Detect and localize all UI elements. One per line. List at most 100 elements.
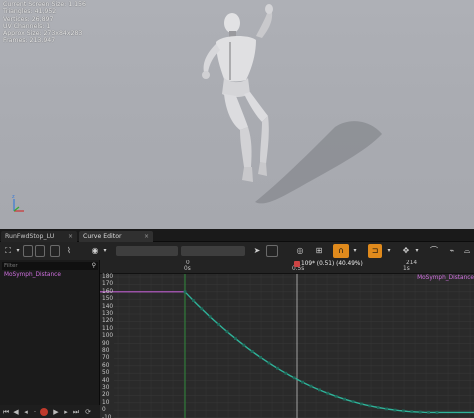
eye-icon[interactable]: ◉: [88, 245, 102, 257]
flatten-icon[interactable]: ⌒: [428, 245, 440, 257]
curve-key: [334, 394, 338, 398]
y-tick-label: 140: [102, 303, 114, 310]
value-input[interactable]: [181, 246, 245, 256]
y-tick-label: 30: [102, 385, 110, 391]
curve-key: [242, 343, 246, 347]
y-tick-label: 20: [102, 392, 110, 399]
record-icon-left[interactable]: ·: [31, 408, 39, 416]
step-back-icon[interactable]: ◀: [12, 408, 20, 416]
curve-key: [183, 290, 187, 294]
curve-key: [309, 384, 313, 388]
y-tick-label: 110: [102, 325, 114, 332]
curve-key: [410, 410, 414, 414]
time-input[interactable]: [116, 246, 178, 256]
y-tick-label: 50: [102, 370, 110, 377]
axis-gizmo-icon: z: [12, 194, 24, 212]
close-icon[interactable]: ×: [68, 231, 73, 242]
play-icon[interactable]: ▶: [52, 408, 60, 416]
curve-key: [393, 408, 397, 412]
frame-all-icon[interactable]: [35, 245, 45, 257]
mannequin-character[interactable]: [160, 2, 390, 212]
loop-icon[interactable]: ⟳: [84, 408, 92, 416]
y-tick-label: 180: [102, 274, 114, 280]
chevron-down-icon[interactable]: ▾: [102, 245, 108, 257]
viewport-stats: Current Screen Size: 1.156 Triangles: 41…: [3, 1, 86, 45]
chevron-down-icon[interactable]: ▾: [386, 245, 392, 257]
y-tick-label: 100: [102, 333, 114, 340]
magnet-icon[interactable]: ∩: [333, 244, 349, 258]
tab-curve-editor[interactable]: Curve Editor ×: [79, 231, 153, 242]
zoom-fit-icon[interactable]: ⛶: [3, 245, 13, 257]
y-tick-label: 0: [102, 407, 106, 414]
curve-key: [225, 330, 229, 334]
record-icon[interactable]: [40, 408, 48, 416]
auto-tangent-icon[interactable]: ⌁: [446, 245, 458, 257]
filter-input[interactable]: Filter ⚲: [2, 262, 98, 270]
curve-key: [360, 402, 363, 406]
svg-text:z: z: [12, 194, 15, 200]
search-icon[interactable]: ⚲: [92, 262, 96, 270]
curve-key: [351, 400, 355, 404]
y-tick-label: -10: [102, 414, 112, 418]
y-tick-label: 10: [102, 399, 110, 406]
playhead-handle[interactable]: [294, 261, 300, 267]
curve-graph-canvas[interactable]: [100, 260, 474, 418]
move-icon[interactable]: ✥: [400, 245, 412, 257]
step-forward-icon[interactable]: ▸: [62, 408, 70, 416]
curve-key: [326, 391, 330, 395]
curve-key: [343, 397, 346, 401]
frame-selection-icon[interactable]: [23, 245, 33, 257]
y-tick-label: 120: [102, 318, 114, 325]
play-reverse-icon[interactable]: ◂: [22, 408, 30, 416]
curve-key: [292, 376, 296, 380]
curve-name: MoSymph_Distance: [4, 272, 61, 278]
time-ruler[interactable]: 0 214 0s 0.5s 1s 109* (0.51) (40.49%): [100, 260, 474, 274]
close-icon[interactable]: ×: [144, 231, 149, 242]
animation-editor: Current Screen Size: 1.156 Triangles: 41…: [0, 0, 474, 418]
curve-graph[interactable]: 0 214 0s 0.5s 1s 109* (0.51) (40.49%) Mo…: [100, 260, 474, 418]
skip-start-icon[interactable]: ⏮: [2, 408, 10, 416]
curve-view-icon[interactable]: ⌇: [63, 245, 75, 257]
editor-tab-bar: RunFwdStop_LU × Curve Editor ×: [0, 229, 474, 242]
ruler-label: 1s: [403, 266, 410, 272]
y-tick-label: 70: [102, 355, 110, 362]
curve-key: [435, 411, 439, 414]
curve-editor-toolbar: ⛶ ▾ ⌇ ◉ ▾ ➤ ◎ ⊞ ∩ ▾ ⊐ ▾ ✥ ▾ ⌒ ⌁ ⌓: [0, 242, 474, 260]
curve-list-item[interactable]: MoSymph_Distance: [0, 271, 100, 279]
curve-key: [200, 307, 204, 311]
curve-key: [318, 388, 321, 392]
normalize-icon[interactable]: ⊞: [313, 245, 325, 257]
curve-key: [217, 322, 220, 326]
curve-key: [402, 409, 405, 413]
curve-list-panel: Filter ⚲ MoSymph_Distance ⏮ ◀ ◂ · ▶ ▸ ⏭ …: [0, 260, 100, 418]
curve-key: [284, 371, 288, 375]
weighted-tangent-icon[interactable]: ⌓: [462, 245, 472, 257]
chevron-down-icon[interactable]: ▾: [414, 245, 420, 257]
tangent-icon[interactable]: ◎: [294, 245, 306, 257]
tab-animation[interactable]: RunFwdStop_LU ×: [1, 231, 77, 242]
retime-icon[interactable]: [266, 245, 278, 257]
snap-value-icon[interactable]: ⊐: [368, 244, 382, 258]
y-tick-label: 170: [102, 281, 114, 288]
stat-line: Vertices: 26,897: [3, 15, 54, 23]
chevron-down-icon[interactable]: ▾: [15, 245, 21, 257]
viewport[interactable]: Current Screen Size: 1.156 Triangles: 41…: [0, 0, 474, 229]
frame-readout: 109* (0.51) (40.49%): [301, 261, 363, 267]
playback-controls: ⏮ ◀ ◂ · ▶ ▸ ⏭ ⟳: [0, 405, 100, 418]
snap-icon[interactable]: [50, 245, 60, 257]
curve-key: [418, 410, 422, 414]
curve-key: [301, 380, 304, 384]
cursor-icon[interactable]: ➤: [252, 245, 262, 257]
curve-key: [259, 355, 262, 359]
curve-key: [234, 337, 237, 340]
y-tick-label: 150: [102, 296, 114, 303]
mannequin-shadow: [255, 121, 382, 204]
curve-key: [276, 366, 279, 370]
skip-end-icon[interactable]: ⏭: [72, 408, 80, 416]
tab-label: RunFwdStop_LU: [5, 233, 55, 240]
curve-key: [385, 407, 388, 411]
chevron-down-icon[interactable]: ▾: [352, 245, 358, 257]
stat-line: Frames: 213.947: [3, 37, 56, 45]
tab-label: Curve Editor: [83, 233, 122, 240]
ruler-label: 0s: [184, 266, 191, 272]
